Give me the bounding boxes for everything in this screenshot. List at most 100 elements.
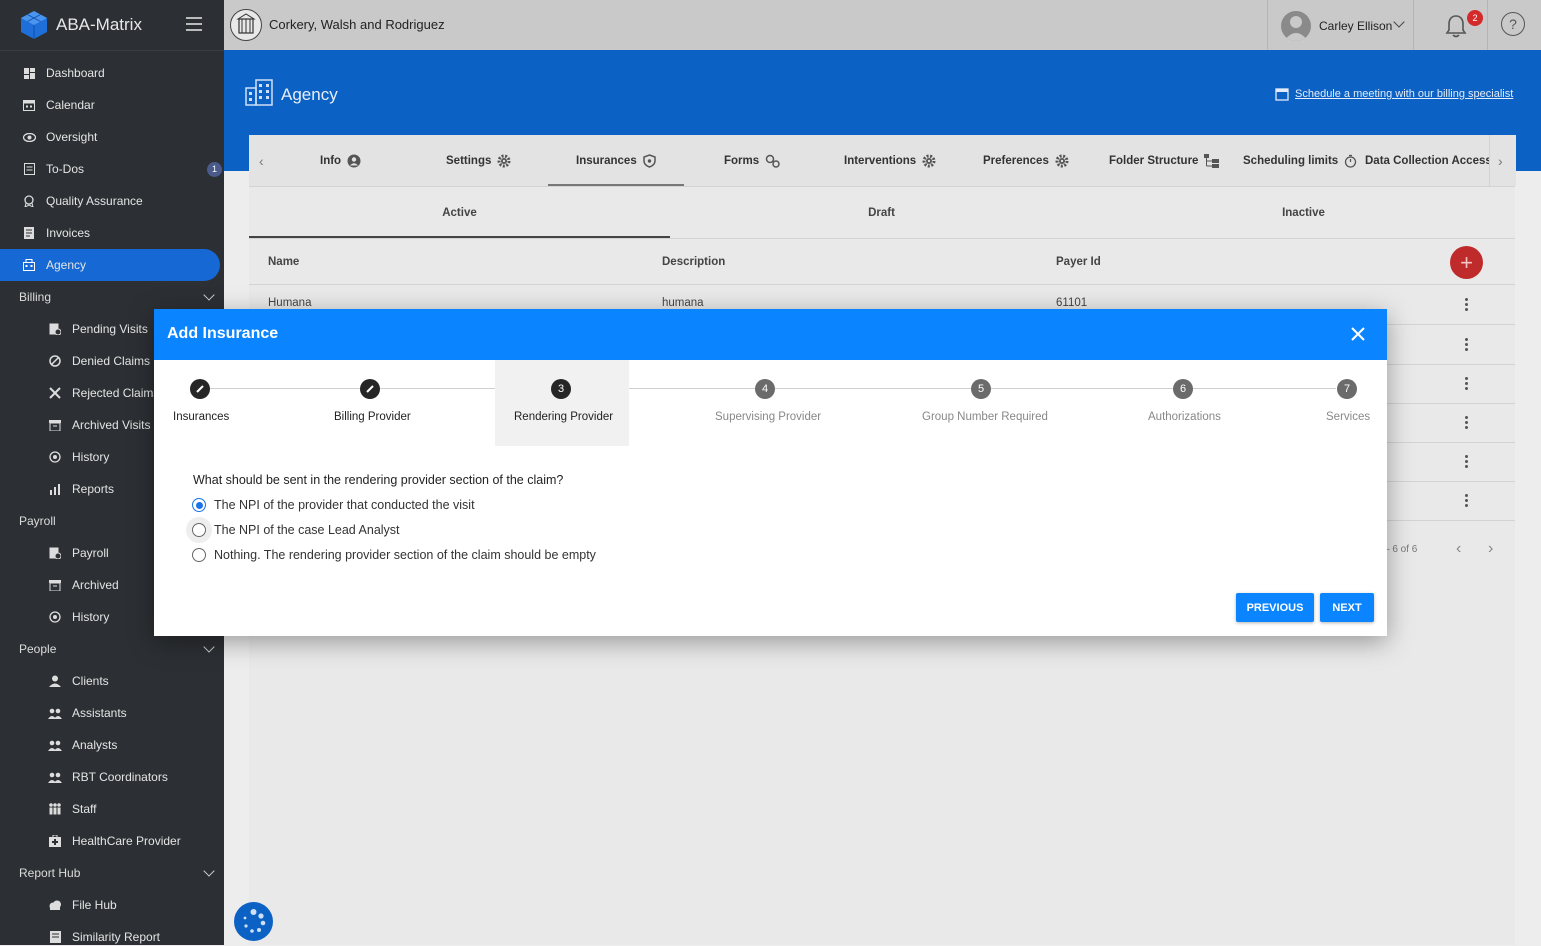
tab-settings[interactable]: Settings [446,135,511,186]
user-menu[interactable]: Carley Ellison [1267,0,1414,50]
todo-count-badge: 1 [207,161,222,177]
sidebar-item-label: History [72,450,110,464]
sidebar-item-clients[interactable]: Clients [0,665,224,697]
sidebar-item-analysts[interactable]: Analysts [0,729,224,761]
calendar-icon [22,98,36,112]
sidebar-item-label: Dashboard [46,66,105,80]
forms-gears-icon [765,154,780,168]
person-circle-icon [347,154,361,167]
tab-preferences[interactable]: Preferences [983,135,1069,186]
sidebar-group-label: People [19,642,57,656]
tab-interventions[interactable]: Interventions [844,135,936,186]
sidebar-item-agency[interactable]: Agency [0,249,220,281]
row-menu-icon[interactable] [1465,338,1468,351]
help-area: ? [1487,0,1541,50]
column-header-payer-id[interactable]: Payer Id [1056,256,1101,268]
history-icon [48,450,62,464]
option-lead-analyst-npi[interactable]: The NPI of the case Lead Analyst [192,520,400,540]
previous-button[interactable]: PREVIOUS [1236,593,1314,622]
step-number: 6 [1173,379,1193,399]
rendering-provider-question: What should be sent in the rendering pro… [193,473,564,487]
row-menu-icon[interactable] [1465,416,1468,429]
row-menu-icon[interactable] [1465,377,1468,390]
sidebar-item-oversight[interactable]: Oversight [0,121,224,153]
chevron-left-icon[interactable]: ‹ [1456,540,1461,558]
archive-icon [48,578,62,592]
step-authorizations[interactable]: 6 Authorizations [1116,360,1250,446]
sidebar-item-calendar[interactable]: Calendar [0,89,224,121]
tab-label: Preferences [983,154,1049,167]
option-label: Nothing. The rendering provider section … [214,548,596,562]
row-menu-icon[interactable] [1465,455,1468,468]
step-services[interactable]: 7 Services [1253,360,1387,446]
sidebar-item-assistants[interactable]: Assistants [0,697,224,729]
sidebar-item-label: To-Dos [46,162,85,176]
sidebar-group-report-hub[interactable]: Report Hub [0,857,224,889]
eye-icon [22,130,36,144]
add-insurance-button[interactable]: + [1450,246,1483,279]
schedule-meeting-link[interactable]: Schedule a meeting with our billing spec… [1275,87,1513,101]
step-supervising-provider[interactable]: 4 Supervising Provider [698,360,832,446]
radio-button[interactable] [192,523,206,537]
radio-button[interactable] [192,498,206,512]
chevron-right-icon: › [1498,153,1503,169]
close-icon[interactable] [1350,326,1366,342]
menu-toggle-icon[interactable] [186,17,202,31]
step-label: Billing Provider [334,411,411,423]
option-empty-section[interactable]: Nothing. The rendering provider section … [192,545,596,565]
sidebar-item-dashboard[interactable]: Dashboard [0,57,224,89]
step-number: 5 [971,379,991,399]
sidebar-item-todos[interactable]: To-Dos 1 [0,153,224,185]
sidebar-item-similarity-report[interactable]: Similarity Report [0,921,224,945]
column-header-name[interactable]: Name [268,256,299,268]
sidebar-item-invoices[interactable]: Invoices [0,217,224,249]
step-rendering-provider[interactable]: 3 Rendering Provider [495,360,629,446]
option-provider-npi[interactable]: The NPI of the provider that conducted t… [192,495,475,515]
subtab-inactive[interactable]: Inactive [1093,187,1514,238]
topbar: Corkery, Walsh and Rodriguez Carley Elli… [224,0,1541,50]
group-icon [48,770,62,784]
sidebar-group-label: Report Hub [19,866,81,880]
step-group-number-required[interactable]: 5 Group Number Required [914,360,1048,446]
report-icon [48,930,62,944]
bell-icon[interactable] [1445,14,1467,43]
chevron-right-icon[interactable]: › [1488,540,1493,558]
sidebar-group-people[interactable]: People [0,633,224,665]
step-insurances[interactable]: Insurances [154,360,288,446]
subtab-active[interactable]: Active [249,187,670,238]
sidebar-item-label: Archived [72,578,119,592]
building-icon [245,79,273,106]
loading-spinner-icon[interactable] [234,902,273,941]
row-menu-icon[interactable] [1465,494,1468,507]
sidebar-item-label: Oversight [46,130,98,144]
tab-info[interactable]: Info [320,135,361,186]
tab-forms[interactable]: Forms [724,135,781,186]
tab-folder-structure[interactable]: Folder Structure [1109,135,1220,186]
sidebar-item-label: Quality Assurance [46,194,143,208]
chevron-left-icon[interactable]: ‹ [259,153,264,169]
sidebar-item-label: HealthCare Provider [72,834,181,848]
tab-data-collection-access[interactable]: Data Collection Access [1365,135,1506,186]
subtab-draft[interactable]: Draft [671,187,1092,238]
tab-insurances[interactable]: Insurances [576,135,656,186]
row-menu-icon[interactable] [1465,298,1468,311]
radio-button[interactable] [192,548,206,562]
sidebar-item-rbt-coordinators[interactable]: RBT Coordinators [0,761,224,793]
tab-label: Forms [724,154,760,167]
sidebar-item-staff[interactable]: Staff [0,793,224,825]
denied-icon [48,354,62,368]
pending-icon [48,322,62,336]
next-button[interactable]: NEXT [1320,593,1374,622]
sidebar-item-file-hub[interactable]: File Hub [0,889,224,921]
sidebar-item-healthcare-provider[interactable]: HealthCare Provider [0,825,224,857]
tab-scheduling-limits[interactable]: Scheduling limits [1243,135,1357,186]
org-name[interactable]: Corkery, Walsh and Rodriguez [269,17,445,32]
sidebar-item-quality-assurance[interactable]: Quality Assurance [0,185,224,217]
sidebar-group-label: Payroll [19,514,56,528]
gear-icon [1055,154,1069,167]
column-header-description[interactable]: Description [662,256,725,268]
tabs-scroll-right[interactable]: › [1489,135,1516,186]
app-name: ABA-Matrix [56,15,142,34]
step-billing-provider[interactable]: Billing Provider [304,360,438,446]
help-icon[interactable]: ? [1501,12,1525,36]
